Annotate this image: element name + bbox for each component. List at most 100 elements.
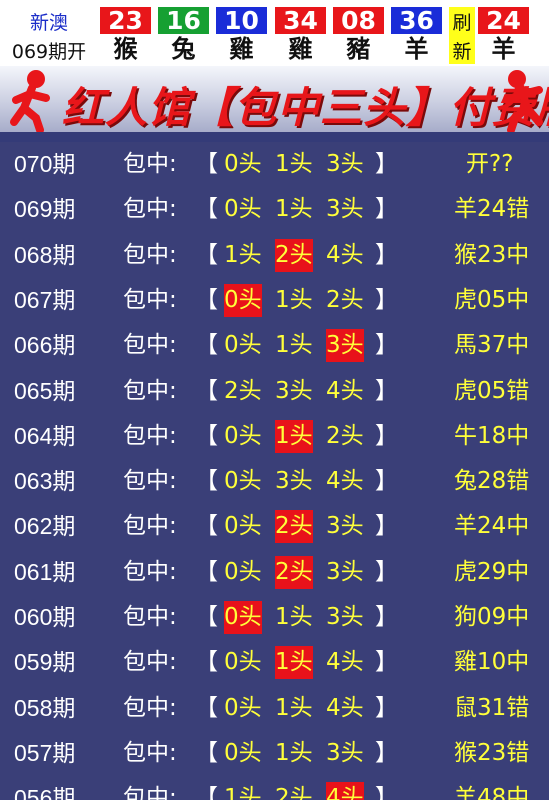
bao-zhong-label: 包中: [123, 332, 177, 359]
bao-zhong-label: 包中: [123, 151, 177, 177]
predicted-head: 0头 [224, 196, 262, 223]
predicted-head: 3头 [326, 739, 364, 766]
bracket-left: 【 [195, 332, 218, 359]
table-row: 065期 包中: 【2头 3头 4头】 虎05错 [0, 369, 549, 414]
bao-zhong-label: 包中: [123, 286, 177, 313]
bracket-right: 】 [375, 286, 398, 313]
table-row: 066期 包中: 【0头 1头 3头】 馬37中 [0, 323, 549, 368]
predicted-head: 1头 [275, 151, 313, 177]
issue-number: 064期 [14, 422, 76, 449]
bao-zhong-label: 包中: [123, 241, 177, 268]
prediction-table: 070期 包中: 【0头 1头 3头】开?? 069期 包中: 【0头 1头 3头】羊24错 068… [0, 142, 549, 800]
bao-zhong-label: 包中: [123, 513, 177, 540]
draw-result: 羊24中 [454, 513, 530, 540]
issue-number: 063期 [14, 468, 76, 495]
bracket-right: 】 [375, 332, 398, 359]
predicted-head: 2头 [275, 555, 313, 589]
bracket-right: 】 [375, 694, 398, 721]
bracket-left: 【 [195, 785, 218, 800]
bracket-right: 】 [375, 604, 398, 630]
table-row: 070期 包中: 【0头 1头 3头】 开?? [0, 142, 549, 187]
predicted-head: 3头 [275, 377, 313, 404]
draw-result-bar: 新澳 069期开 23 猴 16 兔 10 雞 34 雞 08 豬 36 羊 24 羊 刷 新 [0, 0, 549, 66]
bracket-right: 】 [375, 558, 398, 585]
draw-ball: 10 雞 [216, 7, 267, 64]
refresh-label-top: 刷 [452, 12, 472, 34]
draw-result: 虎05中 [454, 286, 530, 313]
table-row: 062期 包中: 【0头 2头 3头】 羊24中 [0, 504, 549, 549]
predicted-head: 3头 [326, 196, 364, 223]
predicted-head: 0头 [224, 694, 262, 721]
predicted-head: 0头 [224, 468, 262, 495]
predicted-head: 0头 [224, 558, 262, 585]
issue-number: 068期 [14, 241, 76, 268]
draw-ball: 23 猴 [100, 7, 151, 64]
runner-figure-icon [503, 70, 543, 132]
predicted-head: 0头 [224, 649, 262, 676]
draw-result: 猴23中 [454, 241, 530, 268]
predicted-head: 0头 [224, 513, 262, 540]
bracket-right: 】 [375, 151, 398, 177]
bao-zhong-label: 包中: [123, 649, 177, 676]
predicted-head: 1头 [275, 739, 313, 766]
draw-result: 虎05错 [454, 377, 530, 404]
bracket-right: 】 [375, 649, 398, 676]
ball-number: 23 [100, 7, 151, 34]
table-row: 059期 包中: 【0头 1头 4头】 雞10中 [0, 640, 549, 685]
table-row: 061期 包中: 【0头 2头 3头】 虎29中 [0, 550, 549, 595]
table-row: 068期 包中: 【1头 2头 4头】 猴23中 [0, 233, 549, 278]
bracket-right: 】 [375, 377, 398, 404]
predicted-head: 2头 [326, 286, 364, 313]
draw-result: 馬37中 [454, 332, 530, 359]
bracket-right: 】 [375, 196, 398, 223]
table-row: 067期 包中: 【0头 1头 2头】 虎05中 [0, 278, 549, 323]
predicted-head: 1头 [275, 286, 313, 313]
bracket-left: 【 [195, 241, 218, 268]
bao-zhong-label: 包中: [123, 785, 177, 800]
banner-title: 红人馆【包中三头】付费版 [62, 83, 549, 132]
draw-ball: 16 兔 [158, 7, 209, 64]
bracket-left: 【 [195, 604, 218, 630]
table-row: 058期 包中: 【0头 1头 4头】 鼠31错 [0, 686, 549, 731]
ball-zodiac: 雞 [229, 35, 254, 63]
predicted-head: 3头 [275, 468, 313, 495]
bracket-left: 【 [195, 151, 218, 177]
predicted-head: 2头 [275, 785, 313, 800]
predicted-head: 2头 [275, 238, 313, 272]
bracket-right: 】 [375, 513, 398, 540]
predicted-head: 0头 [224, 422, 262, 449]
ball-number: 16 [158, 7, 209, 34]
predicted-head: 1头 [275, 419, 313, 453]
ball-number: 34 [275, 7, 326, 34]
table-row: 056期 包中: 【 1头 2头 4头】 羊48中 [0, 776, 549, 800]
predicted-head: 1头 [275, 604, 313, 630]
predicted-head: 3头 [326, 329, 364, 363]
bracket-right: 】 [375, 468, 398, 495]
bao-zhong-label: 包中: [123, 694, 177, 721]
issue-number: 057期 [14, 739, 76, 766]
issue-number: 069期 [14, 196, 76, 223]
ball-number: 08 [333, 7, 384, 34]
draw-ball: 34 雞 [275, 7, 326, 64]
predicted-head: 4头 [326, 241, 364, 268]
table-row: 069期 包中: 【0头 1头 3头】 羊24错 [0, 187, 549, 232]
draw-ball: 36 羊 [391, 7, 442, 64]
predicted-head: 0头 [224, 601, 262, 634]
predicted-head: 4头 [326, 377, 364, 404]
bracket-left: 【 [195, 422, 218, 449]
promo-banner: 红人馆【包中三头】付费版 [0, 66, 549, 142]
refresh-button[interactable]: 刷 新 [449, 7, 475, 64]
draw-ball: 24 羊 [478, 7, 529, 64]
bao-zhong-label: 包中: [123, 558, 177, 585]
draw-brand: 新澳 069期开 [0, 0, 98, 66]
ball-number: 36 [391, 7, 442, 34]
ball-zodiac: 雞 [288, 35, 313, 63]
brand-name: 新澳 [29, 12, 68, 34]
predicted-head: 1头 [275, 646, 313, 680]
predicted-head: 1头 [224, 785, 262, 800]
predicted-head: 1头 [224, 241, 262, 268]
predicted-head: 1头 [275, 196, 313, 223]
bracket-left: 【 [195, 694, 218, 721]
ball-zodiac: 猴 [113, 35, 138, 63]
table-row: 060期 包中: 【0头 1头 3头】 狗09中 [0, 595, 549, 640]
